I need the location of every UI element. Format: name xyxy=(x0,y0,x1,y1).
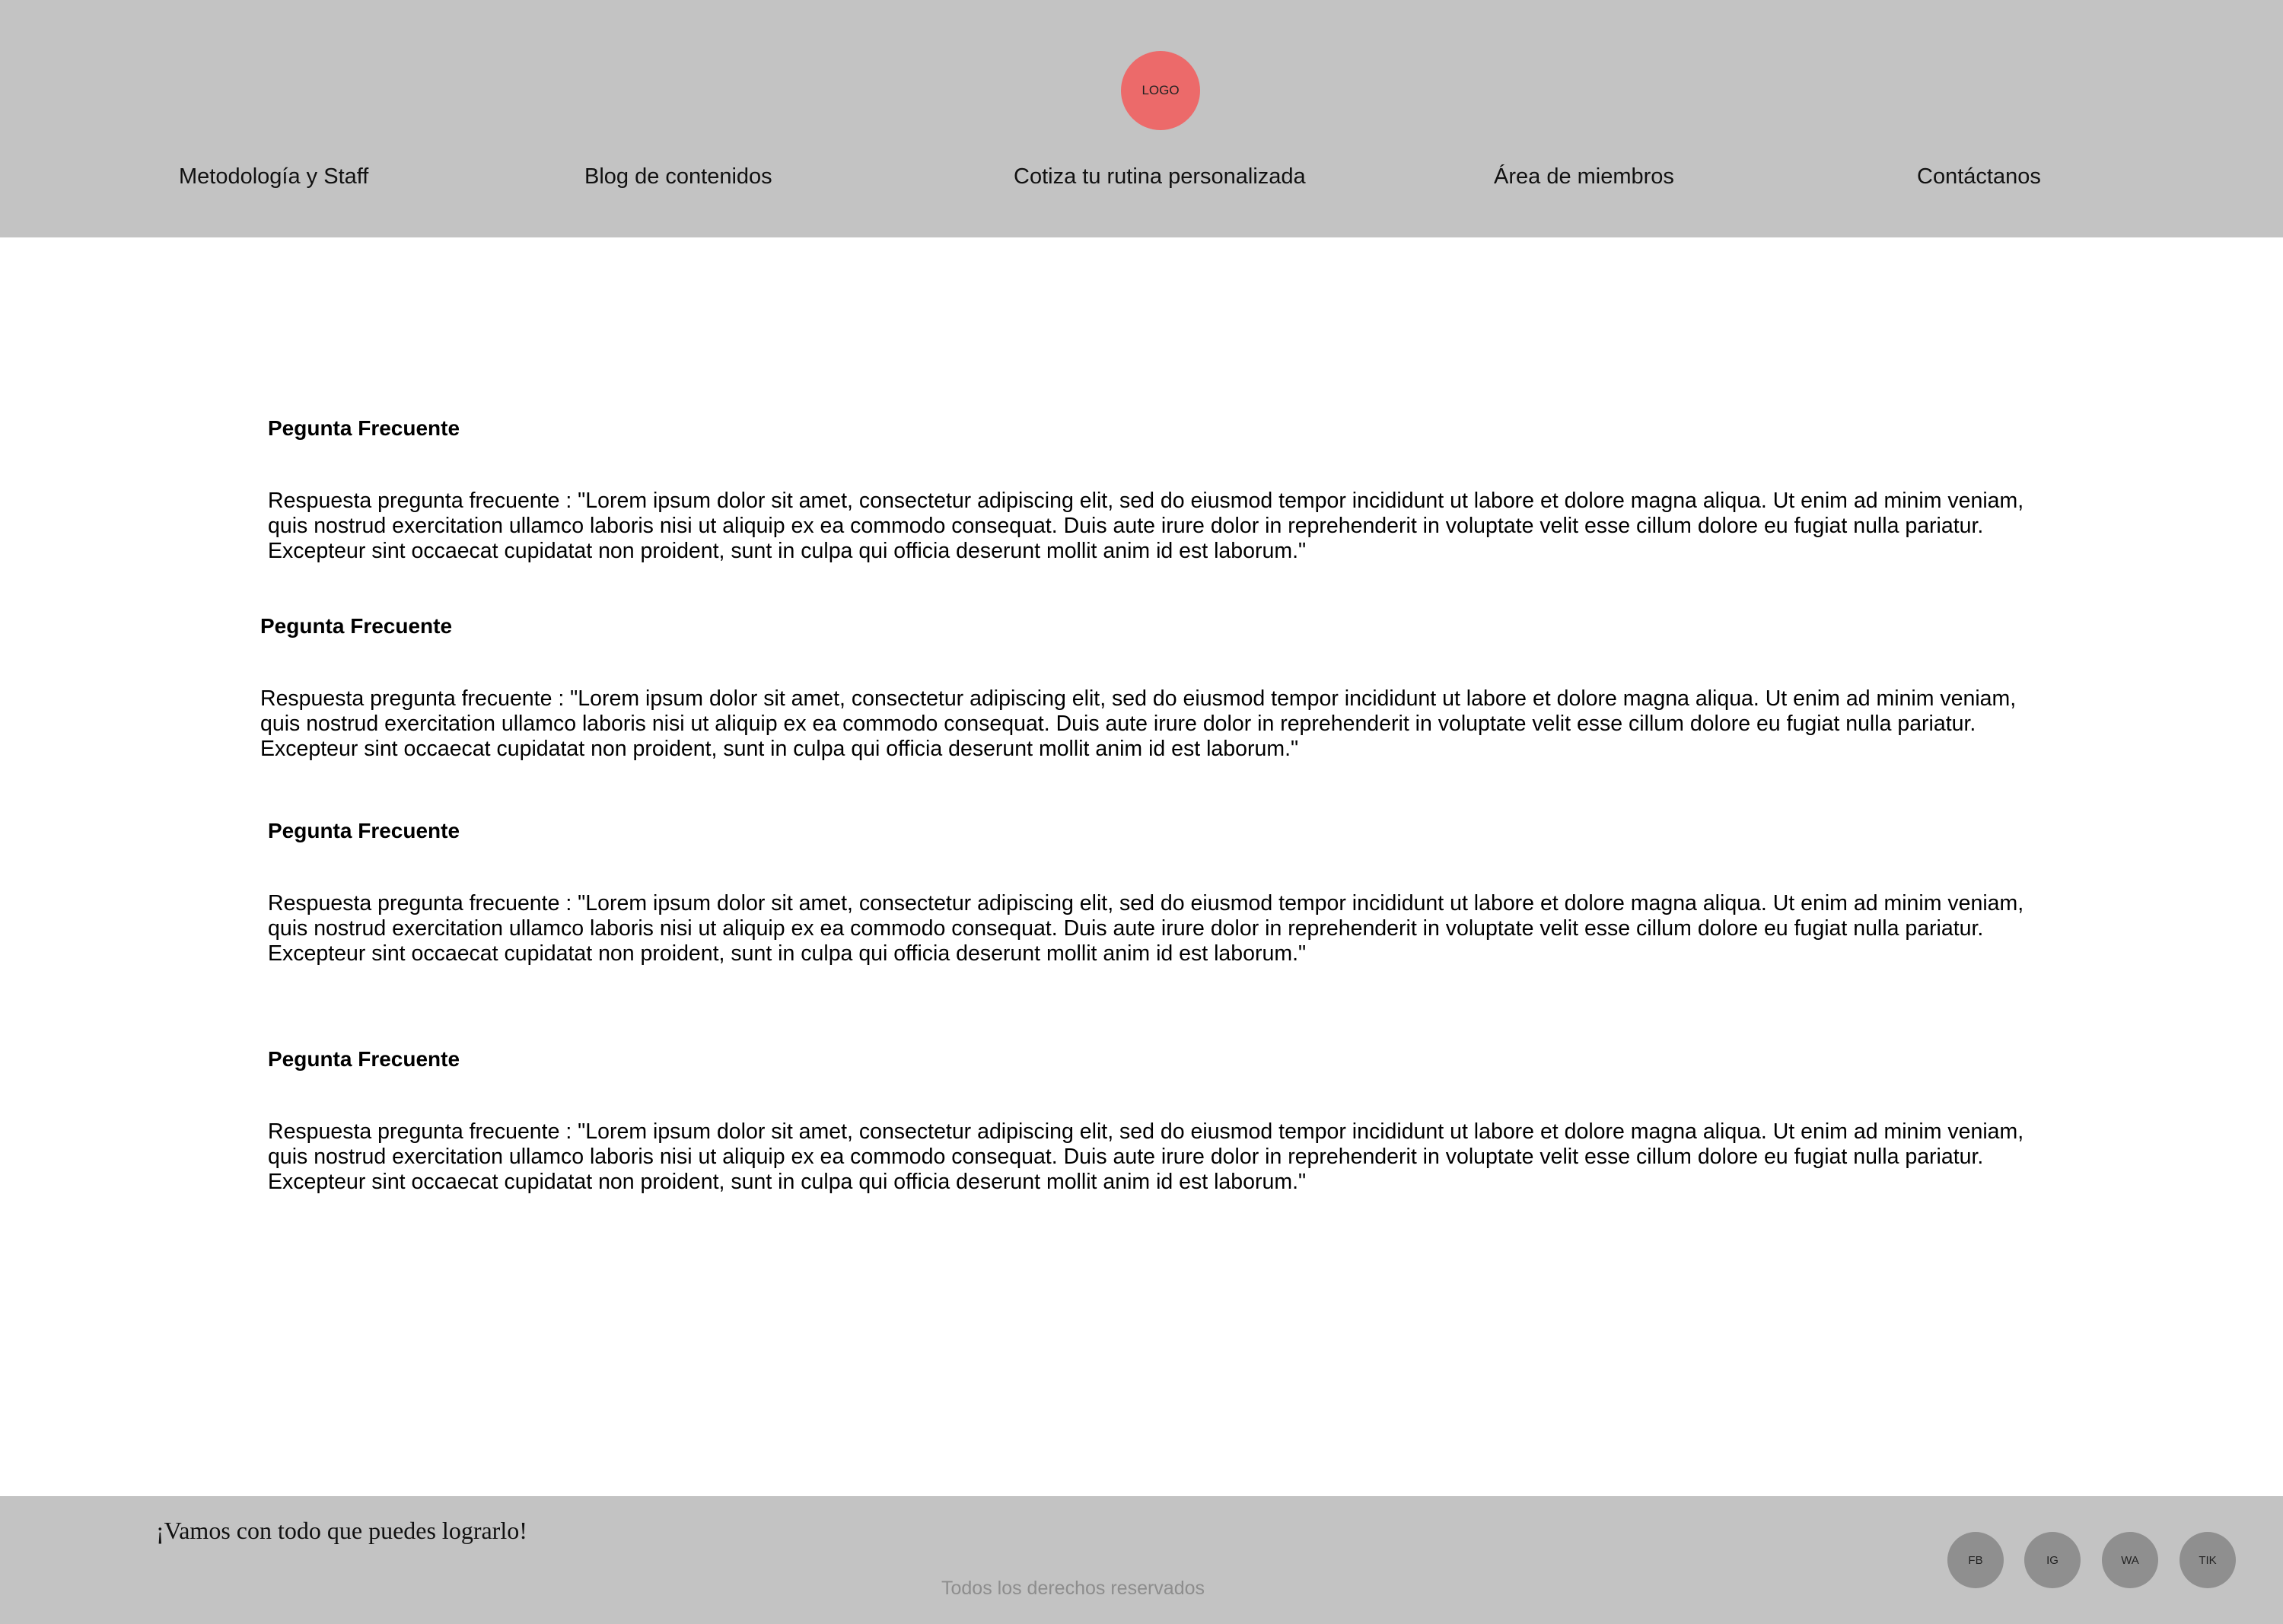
site-footer: ¡Vamos con todo que puedes lograrlo! Tod… xyxy=(0,1496,2283,1624)
site-header: LOGO Metodología y Staff Blog de conteni… xyxy=(0,0,2283,237)
faq-answer-3: Respuesta pregunta frecuente : "Lorem ip… xyxy=(268,891,2024,966)
social-label-ig: IG xyxy=(2046,1553,2059,1567)
footer-slogan: ¡Vamos con todo que puedes lograrlo! xyxy=(156,1517,527,1544)
instagram-icon[interactable]: IG xyxy=(2024,1532,2081,1588)
tiktok-icon[interactable]: TIK xyxy=(2180,1532,2236,1588)
faq-question-4: Pegunta Frecuente xyxy=(268,1047,460,1071)
nav-cotiza-rutina[interactable]: Cotiza tu rutina personalizada xyxy=(1014,161,1306,192)
faq-question-2: Pegunta Frecuente xyxy=(260,614,453,638)
nav-contactanos[interactable]: Contáctanos xyxy=(1917,161,2041,192)
logo-label: LOGO xyxy=(1142,83,1180,97)
social-label-tik: TIK xyxy=(2199,1553,2217,1567)
faq-answer-2: Respuesta pregunta frecuente : "Lorem ip… xyxy=(260,686,2017,761)
nav-metodologia-staff[interactable]: Metodología y Staff xyxy=(179,161,368,192)
nav-blog[interactable]: Blog de contenidos xyxy=(584,161,772,192)
facebook-icon[interactable]: FB xyxy=(1947,1532,2004,1588)
social-label-wa: WA xyxy=(2121,1553,2139,1567)
footer-copyright: Todos los derechos reservados xyxy=(941,1578,1205,1599)
whatsapp-icon[interactable]: WA xyxy=(2102,1532,2158,1588)
faq-question-1: Pegunta Frecuente xyxy=(268,416,460,440)
faq-answer-4: Respuesta pregunta frecuente : "Lorem ip… xyxy=(268,1119,2024,1194)
social-label-fb: FB xyxy=(1968,1553,1983,1567)
faq-answer-1: Respuesta pregunta frecuente : "Lorem ip… xyxy=(268,489,2024,563)
logo[interactable]: LOGO xyxy=(1121,51,1200,130)
faq-section: Pegunta Frecuente Respuesta pregunta fre… xyxy=(0,237,2283,1496)
faq-question-3: Pegunta Frecuente xyxy=(268,819,460,842)
nav-area-miembros[interactable]: Área de miembros xyxy=(1494,161,1674,192)
